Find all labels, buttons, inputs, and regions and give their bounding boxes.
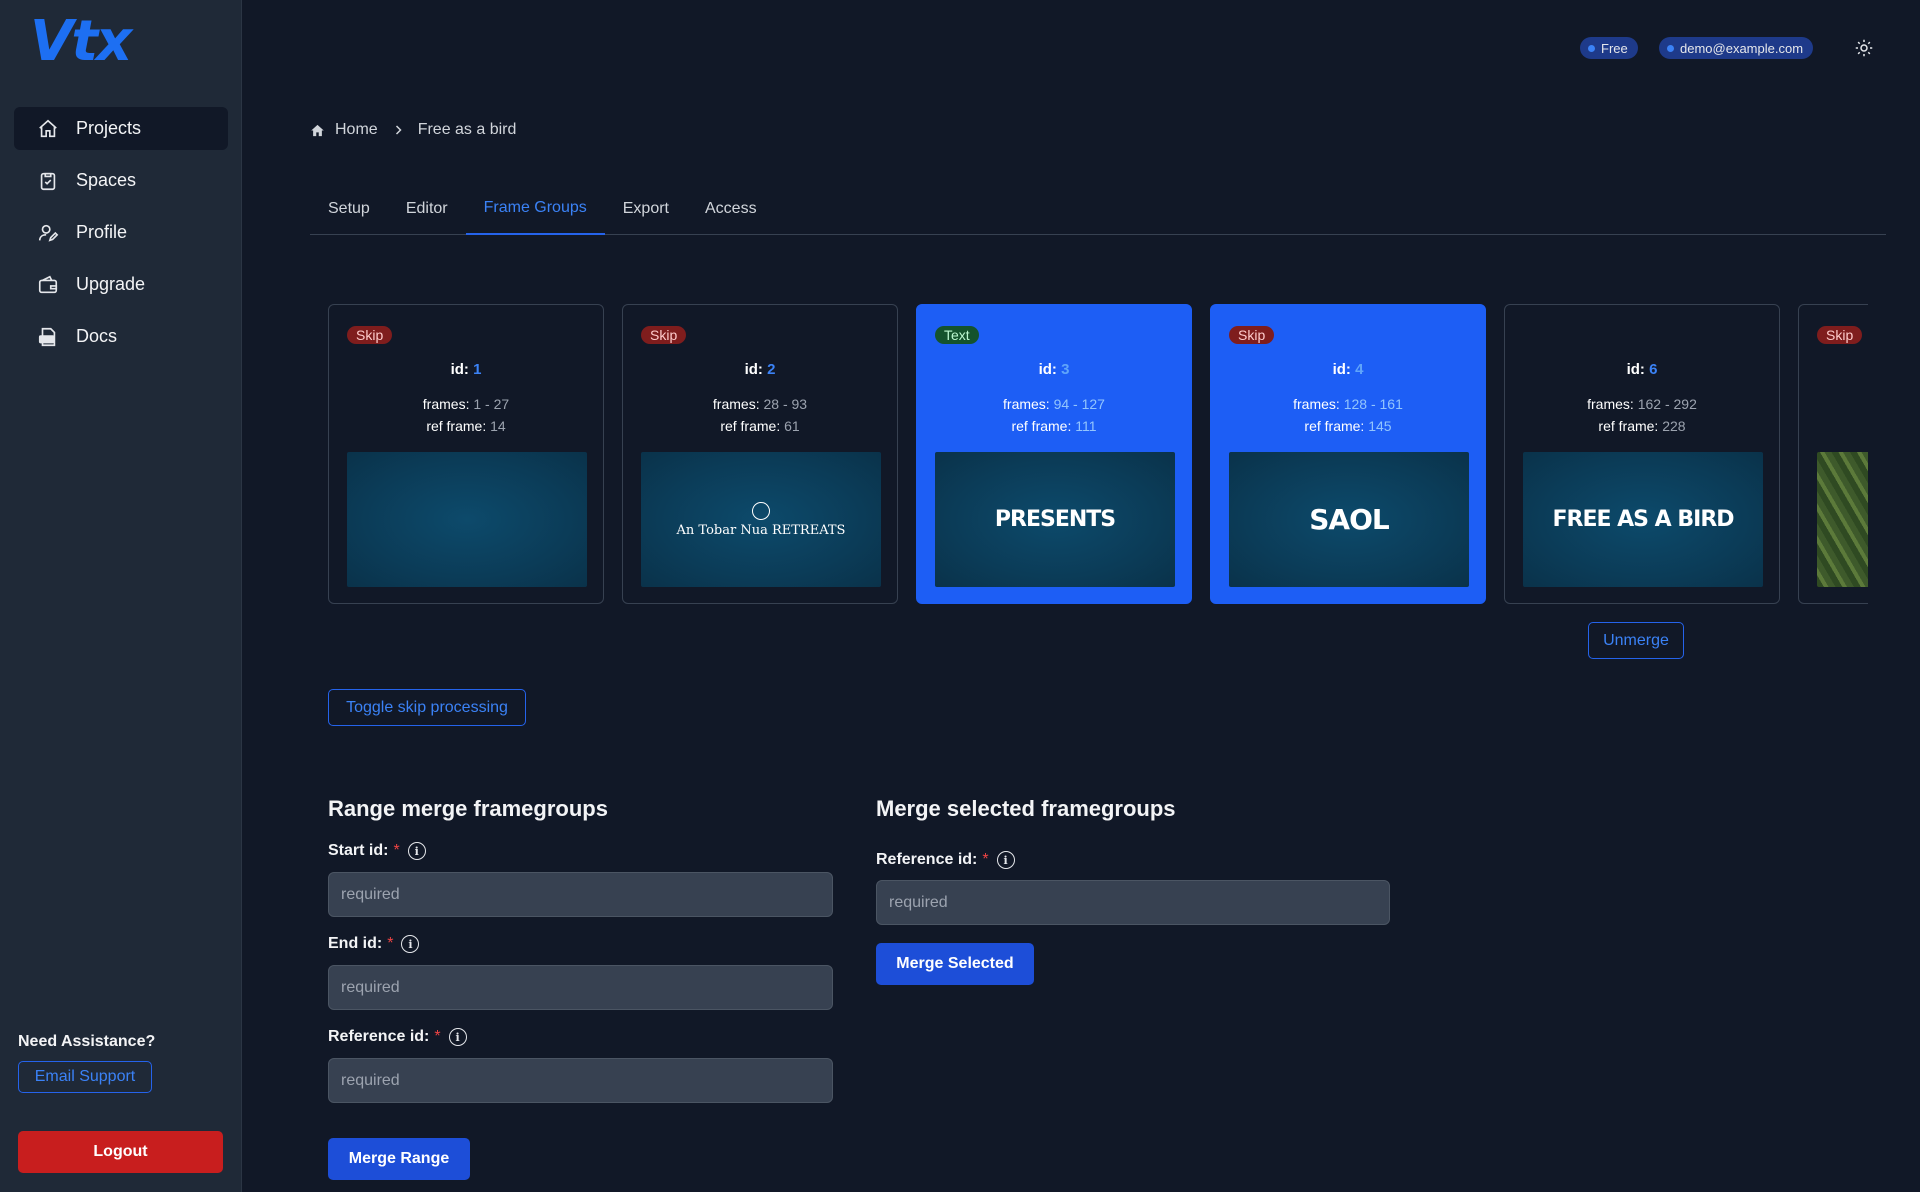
logout-button[interactable]: Logout (18, 1131, 223, 1173)
assistance-heading: Need Assistance? (18, 1033, 156, 1050)
frame-group-card[interactable]: Skip id: 1 frames: 1 - 27 ref frame: 14 (328, 304, 604, 604)
info-icon[interactable]: i (407, 842, 426, 860)
frame-group-card[interactable]: Skip id: 2 frames: 28 - 93 ref frame: 61… (622, 304, 898, 604)
merge-range-button[interactable]: Merge Range (328, 1138, 470, 1180)
range-reference-id-input[interactable] (328, 1058, 833, 1103)
sun-icon (1855, 39, 1873, 57)
frame-group-id: id: 6 (1626, 361, 1658, 378)
tab-bar: Setup Editor Frame Groups Export Access (310, 182, 1886, 235)
frame-thumbnail (1817, 452, 1868, 587)
frame-thumbnail: SAOL (1229, 452, 1469, 587)
end-id-input[interactable] (328, 965, 833, 1010)
frame-group-meta: frames: 28 - 93 ref frame: 61 (712, 396, 808, 434)
tab-editor[interactable]: Editor (388, 182, 466, 235)
info-icon[interactable]: i (448, 1028, 467, 1046)
sidebar-item-docs[interactable]: Docs (14, 315, 228, 358)
breadcrumb: Home Free as a bird (310, 121, 516, 139)
sidebar-item-label: Spaces (76, 170, 137, 190)
tab-access[interactable]: Access (687, 182, 775, 235)
frame-thumbnail: FREE AS A BIRD (1523, 452, 1763, 587)
sidebar-item-upgrade[interactable]: Upgrade (14, 263, 228, 306)
selected-reference-id-label: Reference id: * i (876, 851, 1015, 869)
frame-group-card[interactable]: Text id: 3 frames: 94 - 127 ref frame: 1… (916, 304, 1192, 604)
frame-group-id: id: 2 (744, 361, 776, 378)
unmerge-button[interactable]: Unmerge (1588, 622, 1684, 659)
sidebar-item-label: Upgrade (76, 274, 146, 294)
selected-reference-id-input[interactable] (876, 880, 1390, 925)
user-badge-label: demo@example.com (1680, 40, 1804, 56)
frame-group-card[interactable]: Skip id: 4 frames: 128 - 161 ref frame: … (1210, 304, 1486, 604)
range-reference-id-label: Reference id: * i (328, 1028, 467, 1046)
theme-toggle-button[interactable] (1852, 36, 1876, 60)
user-edit-icon (36, 221, 60, 245)
skip-tag: Skip (1229, 326, 1275, 344)
user-badge: demo@example.com (1659, 37, 1814, 59)
tab-frame-groups[interactable]: Frame Groups (465, 182, 605, 235)
doc-icon (36, 325, 60, 349)
home-icon (311, 124, 324, 136)
sidebar: Vtx Projects Spaces Profile Upgrade Docs… (0, 0, 242, 1192)
sidebar-item-projects[interactable]: Projects (14, 107, 228, 150)
frame-group-id: id: 1 (450, 361, 482, 378)
status-dot (1588, 44, 1595, 52)
frame-group-meta: frames: 94 - 127 ref frame: 111 (1003, 396, 1105, 434)
merge-selected-button[interactable]: Merge Selected (876, 943, 1034, 985)
sidebar-item-label: Projects (76, 118, 142, 138)
frame-group-card[interactable]: Skip (1798, 304, 1868, 604)
sidebar-item-label: Profile (76, 222, 128, 242)
logo-ring-icon (751, 501, 770, 520)
text-tag: Text (935, 326, 979, 344)
wallet-icon (36, 273, 60, 297)
plan-badge: Free (1580, 37, 1638, 59)
frame-group-card[interactable]: id: 6 frames: 162 - 292 ref frame: 228 F… (1504, 304, 1780, 604)
chevron-right-icon (392, 124, 404, 136)
sidebar-item-profile[interactable]: Profile (14, 211, 228, 254)
frame-group-meta: frames: 128 - 161 ref frame: 145 (1293, 396, 1403, 434)
end-id-label: End id: * i (328, 935, 420, 953)
sidebar-nav: Projects Spaces Profile Upgrade Docs (14, 107, 228, 367)
frame-group-list: Skip id: 1 frames: 1 - 27 ref frame: 14 … (328, 304, 1868, 604)
skip-tag: Skip (1817, 326, 1863, 344)
app-logo[interactable]: Vtx (30, 12, 132, 72)
status-dot (1667, 44, 1674, 52)
email-support-button[interactable]: Email Support (18, 1061, 152, 1093)
sidebar-item-label: Docs (76, 326, 118, 346)
toggle-skip-button[interactable]: Toggle skip processing (328, 689, 526, 726)
frame-thumbnail (347, 452, 587, 587)
clipboard-icon (36, 169, 60, 193)
sidebar-item-spaces[interactable]: Spaces (14, 159, 228, 202)
frame-group-id: id: 3 (1038, 361, 1070, 378)
tab-setup[interactable]: Setup (310, 182, 388, 235)
frame-group-id: id: 4 (1332, 361, 1364, 378)
range-merge-title: Range merge framegroups (328, 796, 608, 821)
info-icon[interactable]: i (401, 935, 420, 953)
breadcrumb-current: Free as a bird (417, 121, 517, 138)
frame-group-meta: frames: 162 - 292 ref frame: 228 (1587, 396, 1697, 434)
start-id-label: Start id: * i (328, 842, 426, 860)
skip-tag: Skip (641, 326, 687, 344)
frame-thumbnail: An Tobar Nua RETREATS (641, 452, 881, 587)
frame-group-meta: frames: 1 - 27 ref frame: 14 (422, 396, 510, 434)
frame-thumbnail: PRESENTS (935, 452, 1175, 587)
plan-badge-label: Free (1601, 40, 1628, 56)
info-icon[interactable]: i (996, 851, 1015, 869)
home-icon (36, 117, 60, 141)
start-id-input[interactable] (328, 872, 833, 917)
tab-export[interactable]: Export (605, 182, 687, 235)
breadcrumb-home[interactable]: Home (335, 121, 378, 139)
merge-selected-title: Merge selected framegroups (876, 796, 1176, 821)
retreat-logo: An Tobar Nua RETREATS (677, 501, 845, 538)
skip-tag: Skip (347, 326, 393, 344)
